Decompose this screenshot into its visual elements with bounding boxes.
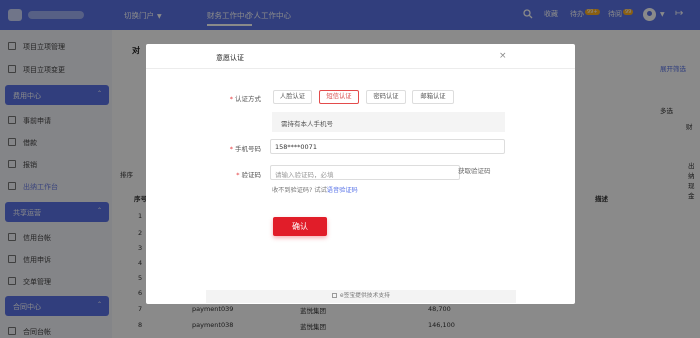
close-icon[interactable]: × [499,51,507,61]
voice-code-link[interactable]: 语音验证码 [327,187,358,194]
auth-hint: 需持有本人手机号 [272,112,505,132]
phone-label: * 手机号码 [191,143,261,153]
phone-field[interactable]: 158****0071 [270,139,505,154]
label-text: 手机号码 [235,145,261,153]
voice-prefix: 收不到验证码? 试试 [272,187,327,194]
required-marker: * [236,171,240,179]
label-text: 认证方式 [235,95,261,103]
footer-text: e签宝提供技术支持 [340,293,390,299]
sms-auth-option[interactable]: 短信认证 [319,90,359,104]
auth-method-label: * 认证方式 [191,93,261,103]
modal-divider [146,68,575,69]
will-authentication-modal: 意愿认证 × * 认证方式 人脸认证 短信认证 密码认证 邮箱认证 需持有本人手机… [146,44,575,304]
code-label: * 验证码 [191,169,261,179]
modal-footer: e签宝提供技术支持 [206,290,516,303]
verification-code-input[interactable]: 请输入验证码，必填 [270,165,460,180]
confirm-button[interactable]: 确认 [273,217,327,236]
password-auth-option[interactable]: 密码认证 [366,90,406,104]
esign-logo-icon [332,293,338,298]
required-marker: * [229,95,233,103]
code-placeholder: 请输入验证码，必填 [275,171,334,179]
email-auth-option[interactable]: 邮箱认证 [412,90,454,104]
label-text: 验证码 [241,171,262,179]
get-code-button[interactable]: 获取验证码 [458,165,491,175]
voice-code-hint: 收不到验证码? 试试语音验证码 [272,185,358,194]
modal-title: 意愿认证 [216,54,244,62]
face-auth-option[interactable]: 人脸认证 [273,90,312,104]
required-marker: * [229,145,233,153]
